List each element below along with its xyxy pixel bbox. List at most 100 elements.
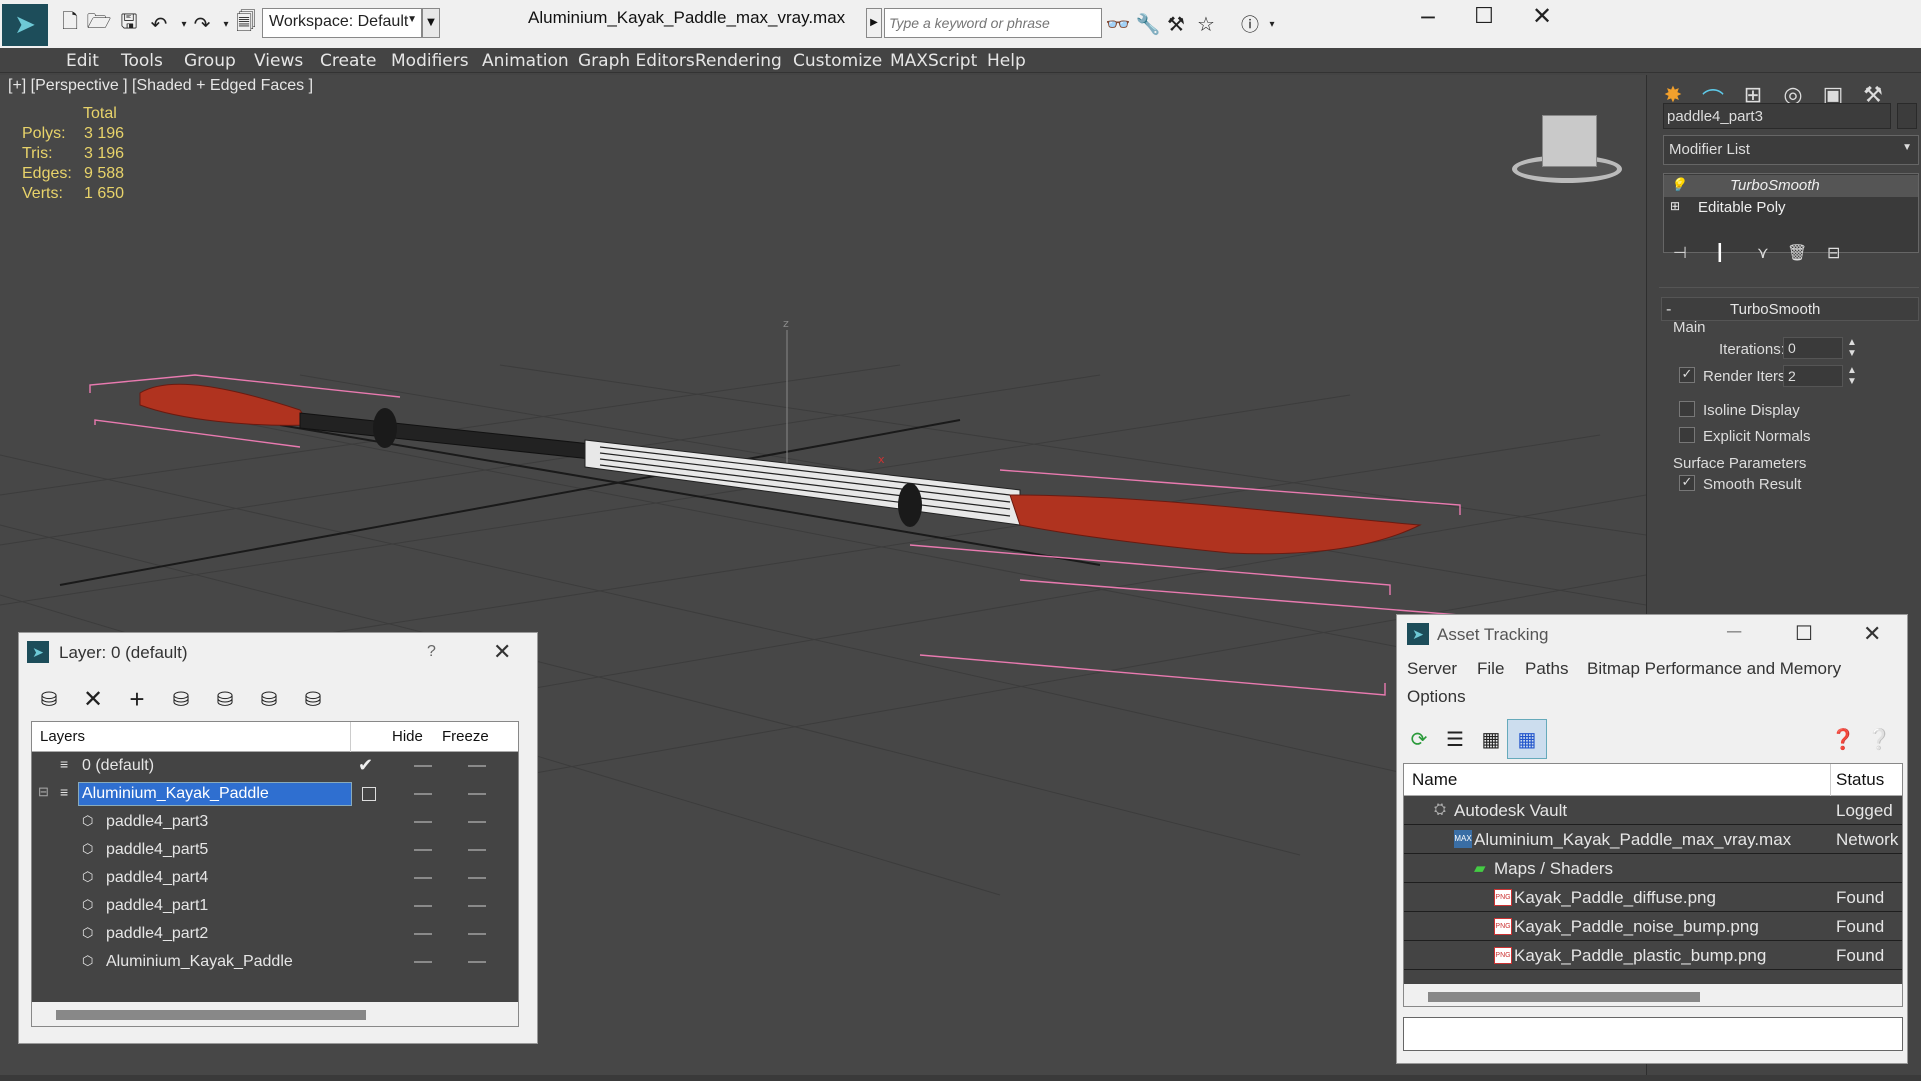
asset-row[interactable]: MAX Aluminium_Kayak_Paddle_max_vray.max … (1404, 826, 1902, 854)
layer-row[interactable]: ⬡ paddle4_part1 (32, 893, 520, 921)
new-layer-icon[interactable]: ⛁ (29, 679, 69, 719)
freeze-toggle[interactable] (468, 765, 486, 767)
col-freeze[interactable]: Freeze (442, 728, 489, 745)
layer-name[interactable]: paddle4_part3 (106, 813, 208, 831)
menu-rendering[interactable]: Rendering (695, 51, 782, 71)
freeze-all-icon[interactable]: ⛁ (293, 679, 333, 719)
hide-toggle[interactable] (414, 933, 432, 935)
app-logo-icon[interactable]: ➤ (2, 4, 48, 46)
layer-row[interactable]: ⬡ paddle4_part5 (32, 837, 520, 865)
render-iters-spinner[interactable] (1783, 365, 1843, 387)
menu-help[interactable]: Help (987, 51, 1026, 71)
menu-paths[interactable]: Paths (1525, 659, 1568, 679)
render-iters-checkbox[interactable]: ✓ (1679, 367, 1695, 383)
search-expand-button[interactable]: ▶ (866, 8, 882, 38)
asset-row[interactable]: PNG Kayak_Paddle_plastic_bump.png Found (1404, 942, 1902, 970)
binoculars-icon[interactable]: 👓 (1104, 10, 1132, 38)
freeze-toggle[interactable] (468, 793, 486, 795)
subscription-icon[interactable]: ⚒ (1162, 10, 1190, 38)
hide-toggle[interactable] (414, 821, 432, 823)
col-hide[interactable]: Hide (392, 728, 423, 745)
layer-name[interactable]: Aluminium_Kayak_Paddle (106, 953, 293, 971)
close-button[interactable]: ✕ (493, 639, 511, 665)
close-button[interactable]: ✕ (1863, 621, 1881, 647)
asset-dialog-titlebar[interactable]: ➤ Asset Tracking ─ ☐ ✕ (1397, 615, 1907, 655)
asset-name[interactable]: Autodesk Vault (1454, 801, 1567, 821)
project-folder-icon[interactable]: 🗐 (232, 9, 260, 38)
explicit-normals-checkbox[interactable] (1679, 427, 1695, 443)
modifier-list-dropdown[interactable]: Modifier List ▼ (1663, 135, 1919, 165)
menu-modifiers[interactable]: Modifiers (391, 51, 469, 71)
search-input[interactable] (884, 8, 1102, 38)
current-layer-checkmark-icon[interactable]: ✔ (358, 755, 373, 776)
layer-row[interactable]: ⬡ paddle4_part3 (32, 809, 520, 837)
asset-name[interactable]: Kayak_Paddle_noise_bump.png (1514, 917, 1759, 937)
freeze-toggle[interactable] (468, 905, 486, 907)
set-current-box-icon[interactable] (362, 787, 376, 801)
layer-name[interactable]: paddle4_part1 (106, 897, 208, 915)
asset-horizontal-scrollbar[interactable] (1404, 984, 1902, 1006)
hide-toggle[interactable] (414, 849, 432, 851)
layer-row[interactable]: ⬡ paddle4_part4 (32, 865, 520, 893)
asset-row[interactable]: PNG Kayak_Paddle_noise_bump.png Found (1404, 913, 1902, 941)
asset-name[interactable]: Kayak_Paddle_diffuse.png (1514, 888, 1716, 908)
favorites-star-icon[interactable]: ☆ (1192, 10, 1220, 38)
help-settings-icon[interactable]: ❔ (1859, 719, 1899, 759)
menu-file[interactable]: File (1477, 659, 1504, 679)
undo-icon[interactable]: ↶ (145, 10, 173, 38)
scrollbar-thumb[interactable] (56, 1010, 366, 1020)
show-end-result-icon[interactable]: ┃ (1715, 243, 1725, 262)
layer-name[interactable]: paddle4_part4 (106, 869, 208, 887)
close-button[interactable]: ✕ (1514, 2, 1570, 34)
layer-dialog-titlebar[interactable]: ➤ Layer: 0 (default) ? ✕ (19, 633, 537, 673)
asset-name[interactable]: Kayak_Paddle_plastic_bump.png (1514, 946, 1766, 966)
scrollbar-thumb[interactable] (1428, 992, 1700, 1002)
communication-center-icon[interactable]: 🔧 (1134, 10, 1162, 38)
lightbulb-icon[interactable]: 💡 (1670, 177, 1686, 193)
stack-item-turbosmooth[interactable]: 💡 TurboSmooth (1664, 175, 1918, 197)
freeze-toggle[interactable] (468, 933, 486, 935)
menu-graph-editors[interactable]: Graph Editors (578, 51, 695, 71)
isoline-display-checkbox[interactable] (1679, 401, 1695, 417)
hide-toggle[interactable] (414, 765, 432, 767)
maximize-button[interactable]: ☐ (1795, 621, 1813, 646)
open-file-icon[interactable]: 🗁 (85, 9, 113, 38)
minimize-button[interactable]: ─ (1727, 621, 1741, 644)
menu-tools[interactable]: Tools (121, 51, 163, 71)
menu-maxscript[interactable]: MAXScript (890, 51, 977, 71)
collapse-minus-icon[interactable]: ⊟ (38, 784, 49, 800)
layer-name[interactable]: paddle4_part5 (106, 841, 208, 859)
layer-name[interactable]: Aluminium_Kayak_Paddle (82, 785, 269, 803)
asset-name[interactable]: Aluminium_Kayak_Paddle_max_vray.max (1474, 830, 1791, 850)
asset-path-field[interactable] (1403, 1017, 1903, 1051)
layer-name[interactable]: paddle4_part2 (106, 925, 208, 943)
viewcube-box[interactable] (1542, 115, 1597, 167)
menu-server[interactable]: Server (1407, 659, 1457, 679)
spinner-arrows-icon[interactable]: ▲ ▼ (1847, 337, 1857, 359)
new-file-icon[interactable]: 🗋 (56, 9, 84, 38)
layer-row[interactable]: ≡ 0 (default) ✔ (32, 753, 520, 781)
menu-bitmap-performance[interactable]: Bitmap Performance and Memory (1587, 659, 1841, 679)
remove-modifier-icon[interactable]: 🗑 (1787, 243, 1807, 262)
help-button[interactable]: ? (427, 643, 436, 661)
hide-toggle[interactable] (414, 905, 432, 907)
turbosmooth-rollout-header[interactable]: - TurboSmooth (1661, 297, 1919, 321)
hide-toggle[interactable] (414, 961, 432, 963)
highlight-selected-icon[interactable]: ⛁ (205, 679, 245, 719)
hide-toggle[interactable] (414, 877, 432, 879)
spinner-arrows-icon[interactable]: ▲ ▼ (1847, 365, 1857, 387)
help-icon[interactable]: ❓ (1823, 719, 1863, 759)
col-status[interactable]: Status (1836, 770, 1884, 790)
rollout-collapse-icon[interactable]: - (1666, 300, 1671, 318)
freeze-toggle[interactable] (468, 961, 486, 963)
col-layers[interactable]: Layers (40, 728, 85, 745)
asset-name[interactable]: Maps / Shaders (1494, 859, 1613, 879)
add-to-layer-icon[interactable]: + (117, 679, 157, 719)
stack-item-editable-poly[interactable]: ⊞ Editable Poly (1664, 197, 1918, 219)
asset-row[interactable]: ▰ Maps / Shaders (1404, 855, 1902, 883)
menu-create[interactable]: Create (320, 51, 377, 71)
workspace-menu-button[interactable]: ▼ (422, 8, 440, 38)
menu-options[interactable]: Options (1407, 687, 1466, 707)
object-name-field[interactable] (1663, 103, 1891, 129)
menu-edit[interactable]: Edit (66, 51, 99, 71)
